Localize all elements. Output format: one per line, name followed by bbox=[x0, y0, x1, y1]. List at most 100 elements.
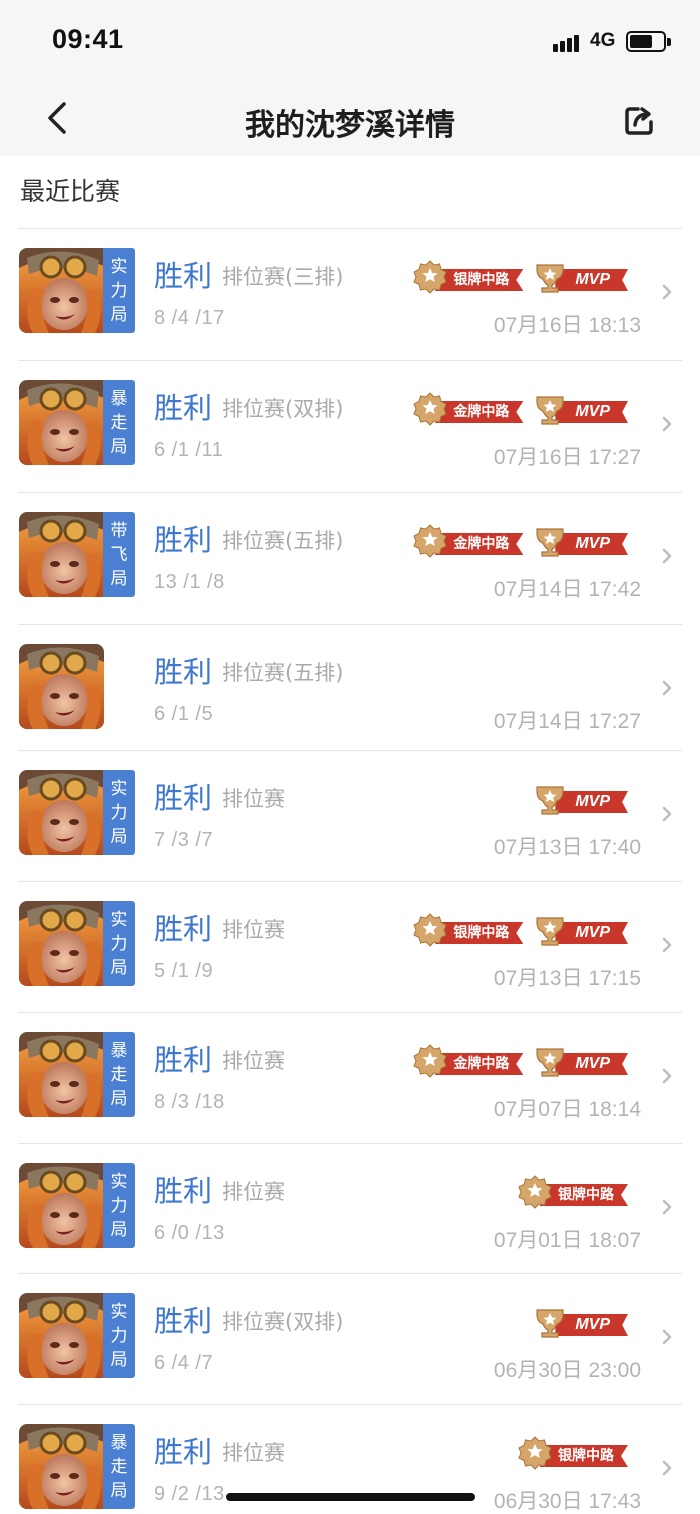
lane-medal-badge: 金牌中路 bbox=[413, 1044, 524, 1078]
match-quality-tag: 实力局 bbox=[103, 1163, 135, 1248]
badge-group: 银牌中路 bbox=[518, 1174, 628, 1210]
match-kda: 6 /1 /11 bbox=[154, 439, 224, 461]
match-quality-tag: 实力局 bbox=[103, 248, 135, 333]
match-mode: 排位赛 bbox=[222, 918, 285, 942]
share-button[interactable] bbox=[618, 98, 662, 142]
match-list: 实力局胜利 排位赛(三排) 8 /4 /17 07月16日 18:13 银牌中路 MVP 暴… bbox=[0, 227, 700, 1514]
match-kda: 7 /3 /7 bbox=[154, 829, 214, 851]
trophy-icon bbox=[536, 396, 564, 425]
battery-icon bbox=[626, 31, 671, 52]
medal-icon bbox=[413, 913, 447, 947]
mvp-badge: MVP bbox=[533, 524, 628, 558]
chevron-right-icon bbox=[660, 1198, 674, 1216]
match-kda: 9 /2 /13 bbox=[154, 1483, 225, 1505]
match-row[interactable]: 暴走局胜利 排位赛 8 /3 /18 07月07日 18:14 金牌中路 MVP bbox=[0, 1011, 700, 1143]
match-row[interactable]: 实力局胜利 排位赛 6 /0 /13 07月01日 18:07 银牌中路 bbox=[0, 1142, 700, 1273]
status-bar: 09:41 4G bbox=[0, 0, 700, 84]
medal-icon bbox=[413, 392, 447, 426]
medal-icon bbox=[413, 524, 447, 558]
match-row[interactable]: 实力局胜利 排位赛 7 /3 /7 07月13日 17:40 MVP bbox=[0, 749, 700, 881]
hero-avatar bbox=[19, 770, 104, 855]
match-result: 胜利 bbox=[154, 655, 213, 689]
match-kda: 8 /4 /17 bbox=[154, 307, 225, 329]
match-quality-tag: 实力局 bbox=[103, 1293, 135, 1378]
section-title: 最近比赛 bbox=[20, 177, 121, 206]
match-result: 胜利 bbox=[154, 781, 213, 815]
mvp-badge: MVP bbox=[533, 260, 628, 294]
badge-group: 金牌中路 MVP bbox=[413, 391, 628, 427]
badge-group: 金牌中路 MVP bbox=[413, 1043, 628, 1079]
lane-medal-badge: 银牌中路 bbox=[518, 1175, 628, 1209]
chevron-right-icon bbox=[660, 805, 674, 823]
match-result: 胜利 bbox=[154, 1043, 213, 1077]
match-datetime: 07月16日 17:27 bbox=[493, 446, 641, 469]
match-mode: 排位赛 bbox=[222, 1180, 285, 1204]
match-kda: 6 /4 /7 bbox=[154, 1352, 214, 1374]
mvp-badge: MVP bbox=[533, 913, 628, 947]
network-label: 4G bbox=[590, 30, 616, 51]
match-result: 胜利 bbox=[154, 259, 213, 293]
medal-icon bbox=[518, 1436, 552, 1470]
match-kda: 6 /1 /5 bbox=[154, 703, 214, 725]
chevron-right-icon bbox=[660, 936, 674, 954]
lane-medal-badge: 银牌中路 bbox=[413, 260, 524, 294]
match-result: 胜利 bbox=[154, 391, 213, 425]
lane-medal-badge: 银牌中路 bbox=[413, 913, 524, 947]
badge-label: 金牌中路 bbox=[435, 1053, 524, 1075]
chevron-right-icon bbox=[660, 415, 674, 433]
match-datetime: 07月01日 18:07 bbox=[493, 1229, 641, 1252]
hero-avatar bbox=[19, 380, 104, 465]
mvp-badge: MVP bbox=[533, 392, 628, 426]
trophy-icon bbox=[536, 264, 564, 293]
match-mode: 排位赛(五排) bbox=[222, 661, 344, 685]
chevron-right-icon bbox=[660, 547, 674, 565]
match-datetime: 06月30日 17:43 bbox=[493, 1490, 641, 1513]
match-datetime: 07月13日 17:40 bbox=[493, 836, 641, 859]
match-kda: 5 /1 /9 bbox=[154, 960, 214, 982]
match-result: 胜利 bbox=[154, 523, 213, 557]
badge-group: 银牌中路 bbox=[518, 1435, 628, 1471]
match-result: 胜利 bbox=[154, 912, 213, 946]
lane-medal-badge: 银牌中路 bbox=[518, 1436, 628, 1470]
match-datetime: 07月13日 17:15 bbox=[493, 967, 641, 990]
match-row[interactable]: 带飞局胜利 排位赛(五排) 13 /1 /8 07月14日 17:42 金牌中路 MVP bbox=[0, 491, 700, 624]
match-mode: 排位赛(五排) bbox=[222, 529, 344, 553]
match-datetime: 07月07日 18:14 bbox=[493, 1098, 641, 1121]
lane-medal-badge: 金牌中路 bbox=[413, 392, 524, 426]
match-kda: 6 /0 /13 bbox=[154, 1222, 225, 1244]
match-row[interactable]: 实力局胜利 排位赛(双排) 6 /4 /7 06月30日 23:00 MVP bbox=[0, 1272, 700, 1404]
match-row[interactable]: 胜利 排位赛(五排) 6 /1 /5 07月14日 17:27 bbox=[0, 623, 700, 750]
match-mode: 排位赛 bbox=[222, 1441, 285, 1465]
nav-bar: 我的沈梦溪详情 bbox=[0, 84, 700, 156]
mvp-badge: MVP bbox=[533, 1044, 628, 1078]
hero-avatar bbox=[19, 248, 104, 333]
match-quality-tag: 实力局 bbox=[103, 901, 135, 986]
chevron-right-icon bbox=[660, 1067, 674, 1085]
match-kda: 13 /1 /8 bbox=[154, 571, 225, 593]
match-quality-tag: 暴走局 bbox=[103, 380, 135, 465]
chevron-right-icon bbox=[660, 679, 674, 697]
mvp-badge: MVP bbox=[533, 782, 628, 816]
signal-icon bbox=[553, 32, 583, 52]
match-row[interactable]: 实力局胜利 排位赛 5 /1 /9 07月13日 17:15 银牌中路 MVP bbox=[0, 880, 700, 1012]
badge-label: 银牌中路 bbox=[435, 922, 524, 944]
match-row[interactable]: 实力局胜利 排位赛(三排) 8 /4 /17 07月16日 18:13 银牌中路 MVP bbox=[0, 227, 700, 360]
match-quality-tag: 带飞局 bbox=[103, 512, 135, 597]
hero-avatar bbox=[19, 1293, 104, 1378]
status-time: 09:41 bbox=[52, 24, 124, 54]
trophy-icon bbox=[536, 528, 564, 557]
badge-label: 银牌中路 bbox=[435, 269, 524, 291]
match-result: 胜利 bbox=[154, 1304, 213, 1338]
badge-label: 银牌中路 bbox=[540, 1184, 628, 1206]
match-row[interactable]: 暴走局胜利 排位赛(双排) 6 /1 /11 07月16日 17:27 金牌中路 MVP bbox=[0, 359, 700, 492]
match-quality-tag: 实力局 bbox=[103, 770, 135, 855]
match-mode: 排位赛(双排) bbox=[222, 1310, 344, 1334]
badge-group: MVP bbox=[533, 1304, 628, 1340]
badge-group: MVP bbox=[533, 781, 628, 817]
medal-icon bbox=[413, 1044, 447, 1078]
match-quality-tag: 暴走局 bbox=[103, 1424, 135, 1509]
match-mode: 排位赛 bbox=[222, 787, 285, 811]
home-indicator[interactable] bbox=[226, 1493, 475, 1501]
badge-label: 金牌中路 bbox=[435, 533, 524, 555]
hero-avatar bbox=[19, 1424, 104, 1509]
